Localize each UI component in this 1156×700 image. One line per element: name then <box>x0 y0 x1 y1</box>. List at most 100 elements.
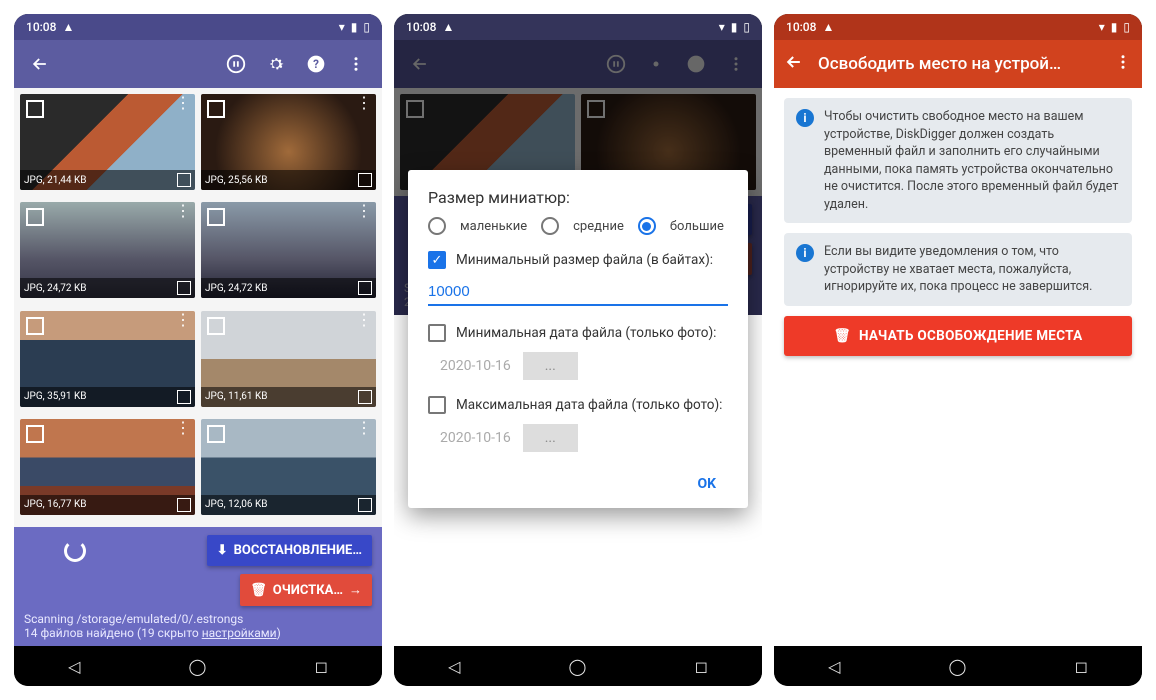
thumbnail[interactable]: ⋮JPG, 21,44 KB <box>20 94 195 190</box>
item-menu-icon[interactable]: ⋮ <box>175 206 191 216</box>
minsize-input[interactable] <box>428 279 728 306</box>
fullscreen-icon[interactable] <box>177 498 191 512</box>
thumbnail[interactable]: ⋮JPG, 35,91 KB <box>20 311 195 407</box>
nav-back-icon[interactable]: ◁ <box>448 657 460 676</box>
nav-bar: ◁ ◯ ◻ <box>14 646 382 686</box>
dialog-ok-button[interactable]: OK <box>685 468 728 500</box>
overflow-button <box>718 46 754 82</box>
recover-label: ВОССТАНОВЛЕНИЕ… <box>234 543 362 558</box>
checkbox-icon[interactable] <box>26 425 44 443</box>
checkbox-icon[interactable] <box>26 100 44 118</box>
thumbnail-caption: JPG, 24,72 KB <box>205 283 268 294</box>
nav-recent-icon[interactable]: ◻ <box>1075 657 1088 676</box>
app-bar: Освободить место на устрой… <box>774 40 1142 88</box>
phone-gallery: 10:08 ▲ ▾ ▮ ▯ ? ⋮JPG, 21,44 KB ⋮JPG, 25,… <box>14 14 382 686</box>
thumbnail[interactable]: ⋮JPG, 12,06 KB <box>201 419 376 515</box>
fullscreen-icon[interactable] <box>177 281 191 295</box>
checkbox-minsize[interactable]: ✓ <box>428 251 446 269</box>
settings-button[interactable] <box>258 46 294 82</box>
nav-home-icon[interactable]: ◯ <box>189 657 207 676</box>
wifi-icon: ▾ <box>1099 20 1105 34</box>
info-card: i Чтобы очистить свободное место на ваше… <box>784 98 1132 223</box>
checkbox-icon[interactable] <box>207 317 225 335</box>
checkbox-icon[interactable] <box>26 317 44 335</box>
help-button <box>678 46 714 82</box>
signal-icon: ▮ <box>731 20 738 34</box>
nav-back-icon[interactable]: ◁ <box>828 657 840 676</box>
thumbnail-caption: JPG, 11,61 KB <box>205 391 268 402</box>
signal-icon: ▮ <box>1111 20 1118 34</box>
overflow-button[interactable] <box>1114 53 1132 75</box>
thumbnail[interactable]: ⋮ JPG, 11,61 KB <box>201 311 376 407</box>
fullscreen-icon[interactable] <box>177 173 191 187</box>
thumbnail[interactable]: ⋮ JPG, 24,72 KB <box>201 202 376 298</box>
bottom-panel: ⬇ ВОССТАНОВЛЕНИЕ… 🗑 ОЧИСТКА… → Scanning … <box>14 527 382 646</box>
minsize-label: Минимальный размер файла (в байтах): <box>456 252 713 268</box>
item-menu-icon[interactable]: ⋮ <box>356 423 372 433</box>
status-bar: 10:08▲ ▾▮▯ <box>774 14 1142 40</box>
cleanup-button[interactable]: 🗑 ОЧИСТКА… → <box>240 574 372 606</box>
item-menu-icon[interactable]: ⋮ <box>175 98 191 108</box>
dialog-title: Размер миниатюр: <box>428 188 728 207</box>
help-button[interactable]: ? <box>298 46 334 82</box>
back-button[interactable] <box>784 52 804 76</box>
nav-bar: ◁ ◯ ◻ <box>394 646 762 686</box>
pause-button[interactable] <box>218 46 254 82</box>
item-menu-icon[interactable]: ⋮ <box>356 315 372 325</box>
thumbnail-grid: ⋮JPG, 21,44 KB ⋮ JPG, 25,56 KB ⋮ JPG, 24,7… <box>14 88 382 527</box>
fullscreen-icon[interactable] <box>358 281 372 295</box>
nav-home-icon[interactable]: ◯ <box>569 657 587 676</box>
nav-home-icon[interactable]: ◯ <box>949 657 967 676</box>
item-menu-icon[interactable]: ⋮ <box>175 315 191 325</box>
back-button <box>402 46 438 82</box>
back-button[interactable] <box>22 46 58 82</box>
phone-dialog: 10:08▲ ▾▮▯ ⬇ ВОССТАНОВЛЕН <box>394 14 762 686</box>
nav-recent-icon[interactable]: ◻ <box>695 657 708 676</box>
start-label: НАЧАТЬ ОСВОБОЖДЕНИЕ МЕСТА <box>859 328 1083 344</box>
checkbox-icon[interactable] <box>207 100 225 118</box>
maxdate-value: 2020-10-16 <box>440 430 511 446</box>
settings-dialog: Размер миниатюр: маленькие средние больш… <box>408 170 748 508</box>
fullscreen-icon[interactable] <box>358 390 372 404</box>
app-bar: ? <box>14 40 382 88</box>
nav-back-icon[interactable]: ◁ <box>68 657 80 676</box>
download-icon: ⬇ <box>217 543 228 558</box>
checkbox-mindate[interactable] <box>428 324 446 342</box>
mindate-value: 2020-10-16 <box>440 358 511 374</box>
radio-large[interactable] <box>638 217 656 235</box>
wifi-icon: ▾ <box>339 20 345 34</box>
status-time: 10:08 <box>786 20 816 34</box>
warning-icon: ▲ <box>62 20 74 34</box>
checkbox-icon[interactable] <box>207 208 225 226</box>
checkbox-maxdate[interactable] <box>428 396 446 414</box>
settings-link[interactable]: настройками <box>202 626 277 640</box>
radio-medium[interactable] <box>541 217 559 235</box>
recover-button[interactable]: ⬇ ВОССТАНОВЛЕНИЕ… <box>207 535 372 566</box>
fullscreen-icon[interactable] <box>177 390 191 404</box>
status-time: 10:08 <box>406 20 436 34</box>
wifi-icon: ▾ <box>719 20 725 34</box>
item-menu-icon[interactable]: ⋮ <box>356 98 372 108</box>
checkbox-icon[interactable] <box>26 208 44 226</box>
thumbnail-caption: JPG, 25,56 KB <box>205 175 268 186</box>
start-wipe-button[interactable]: 🗑 НАЧАТЬ ОСВОБОЖДЕНИЕ МЕСТА <box>784 316 1132 356</box>
item-menu-icon[interactable]: ⋮ <box>175 423 191 433</box>
fullscreen-icon[interactable] <box>358 498 372 512</box>
mindate-pick-button[interactable]: ... <box>523 352 578 380</box>
fullscreen-icon[interactable] <box>358 173 372 187</box>
info-text: Чтобы очистить свободное место на вашем … <box>824 108 1120 213</box>
warning-icon: ▲ <box>822 20 834 34</box>
thumbnail-caption: JPG, 16,77 KB <box>24 499 87 510</box>
info-text: Если вы видите уведомления о том, что ус… <box>824 243 1120 296</box>
maxdate-pick-button[interactable]: ... <box>523 424 578 452</box>
thumbnail[interactable]: ⋮ JPG, 25,56 KB <box>201 94 376 190</box>
thumb-size-radios: маленькие средние большие <box>428 217 728 235</box>
checkbox-icon[interactable] <box>207 425 225 443</box>
status-bar: 10:08▲ ▾▮▯ <box>394 14 762 40</box>
thumbnail[interactable]: ⋮JPG, 24,72 KB <box>20 202 195 298</box>
item-menu-icon[interactable]: ⋮ <box>356 206 372 216</box>
nav-recent-icon[interactable]: ◻ <box>315 657 328 676</box>
overflow-button[interactable] <box>338 46 374 82</box>
radio-small[interactable] <box>428 217 446 235</box>
thumbnail[interactable]: ⋮ JPG, 16,77 KB <box>20 419 195 515</box>
